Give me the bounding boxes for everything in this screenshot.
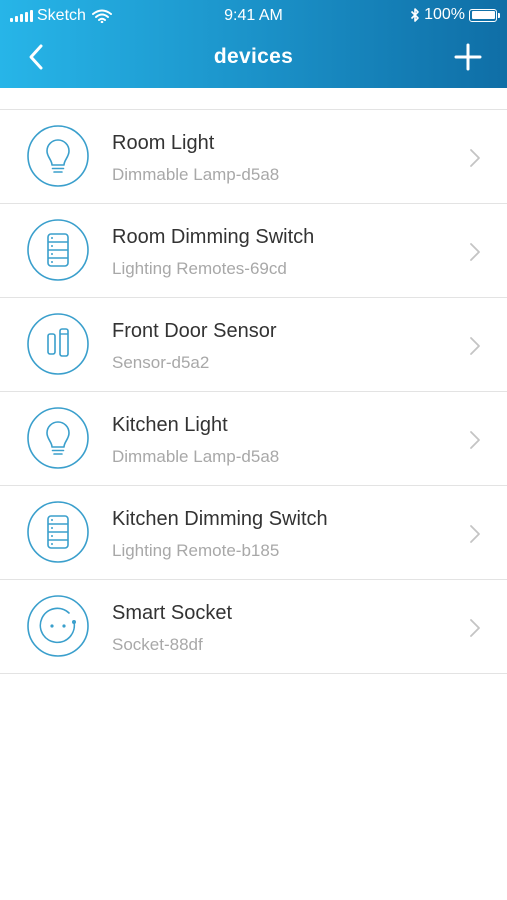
bluetooth-icon <box>411 8 419 22</box>
remote-icon <box>27 219 89 281</box>
chevron-right-icon <box>470 149 480 167</box>
device-subtitle: Dimmable Lamp-d5a8 <box>112 165 280 184</box>
sensor-icon <box>27 313 89 375</box>
device-list: Room Light Dimmable Lamp-d5a8 Room Dimmi… <box>0 109 507 674</box>
battery-icon <box>469 8 500 22</box>
battery-percent: 100% <box>424 6 465 23</box>
chevron-right-icon <box>470 337 480 355</box>
device-subtitle: Lighting Remotes-69cd <box>112 259 287 278</box>
device-subtitle: Socket-88df <box>112 635 203 654</box>
page-title: devices <box>213 45 294 68</box>
socket-icon <box>27 595 89 657</box>
device-row-room-light[interactable]: Room Light Dimmable Lamp-d5a8 <box>0 110 507 204</box>
device-row-smart-socket[interactable]: Smart Socket Socket-88df <box>0 580 507 674</box>
bulb-icon <box>27 407 89 469</box>
device-subtitle: Lighting Remote-b185 <box>112 541 280 560</box>
device-row-front-door-sensor[interactable]: Front Door Sensor Sensor-d5a2 <box>0 298 507 392</box>
device-row-kitchen-dimming-switch[interactable]: Kitchen Dimming Switch Lighting Remote-b… <box>0 486 507 580</box>
chevron-right-icon <box>470 619 480 637</box>
app-header: Sketch 9:41 AM 100% devices <box>0 0 507 88</box>
device-name: Kitchen Dimming Switch <box>112 508 328 530</box>
device-row-room-dimming-switch[interactable]: Room Dimming Switch Lighting Remotes-69c… <box>0 204 507 298</box>
device-name: Room Light <box>112 132 215 154</box>
device-row-kitchen-light[interactable]: Kitchen Light Dimmable Lamp-d5a8 <box>0 392 507 486</box>
device-name: Smart Socket <box>112 602 233 624</box>
bulb-icon <box>27 125 89 187</box>
remote-icon <box>27 501 89 563</box>
add-device-button[interactable] <box>453 42 483 72</box>
chevron-right-icon <box>470 431 480 449</box>
chevron-right-icon <box>470 243 480 261</box>
status-bar: Sketch 9:41 AM 100% <box>0 0 507 32</box>
device-subtitle: Dimmable Lamp-d5a8 <box>112 447 280 466</box>
device-name: Kitchen Light <box>112 414 228 436</box>
device-subtitle: Sensor-d5a2 <box>112 353 210 372</box>
chevron-right-icon <box>470 525 480 543</box>
status-right: 100% <box>410 6 500 24</box>
device-name: Front Door Sensor <box>112 320 277 342</box>
device-name: Room Dimming Switch <box>112 226 315 248</box>
